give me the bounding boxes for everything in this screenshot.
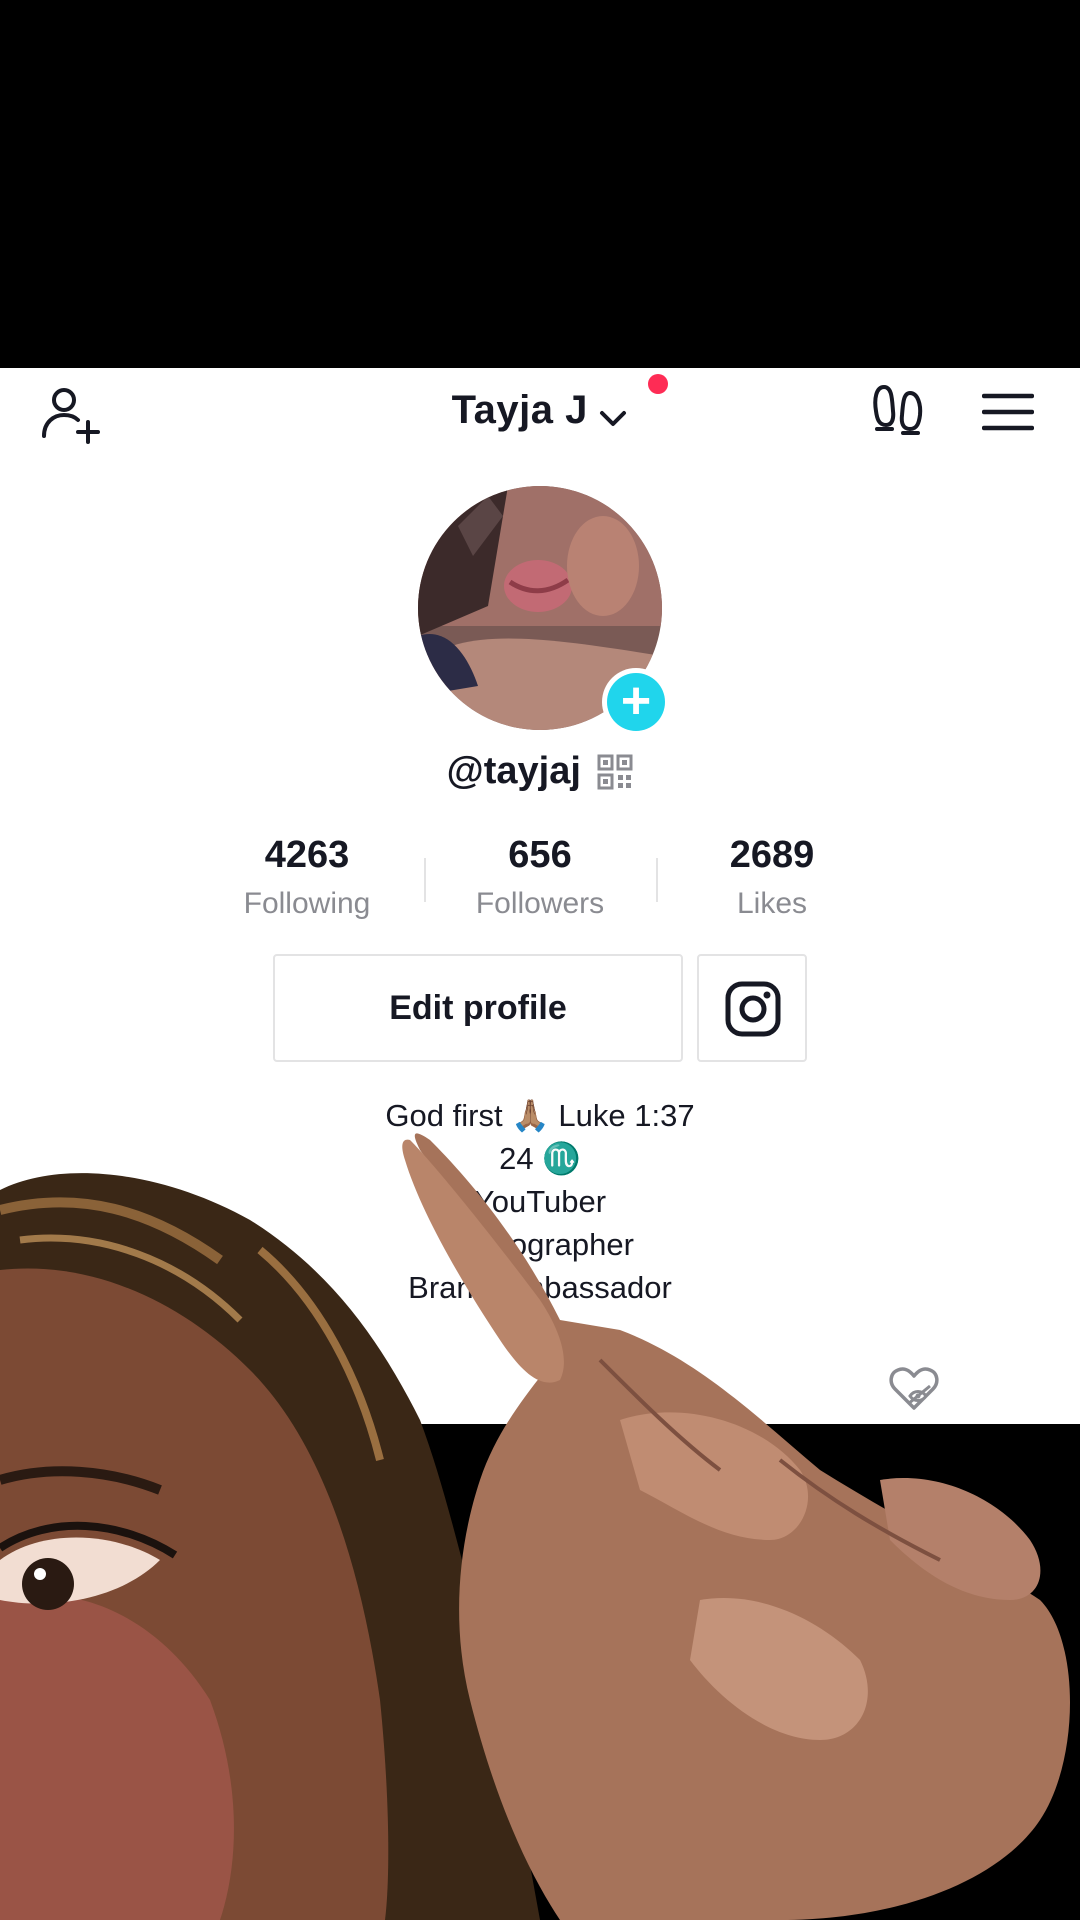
username-handle: @tayjaj xyxy=(446,750,581,792)
stat-divider xyxy=(656,858,658,902)
plus-icon: + xyxy=(607,673,665,731)
bio-line: God first 🙏🏽 Luke 1:37 xyxy=(385,1098,695,1133)
stat-divider xyxy=(424,858,426,902)
stat-label: Following xyxy=(243,887,371,920)
handle-row: @tayjaj xyxy=(0,750,1080,793)
stats-row: 4263 Following 656 Followers 2689 Likes xyxy=(0,830,1080,930)
bio: God first 🙏🏽 Luke 1:37 24 ♏ YouTuber Pho… xyxy=(0,1094,1080,1309)
footprints-icon[interactable] xyxy=(870,383,926,443)
stat-following[interactable]: 4263 Following xyxy=(207,830,407,926)
top-black-bar xyxy=(0,0,1080,368)
notification-dot xyxy=(648,374,668,394)
qr-code-icon[interactable] xyxy=(597,754,633,790)
bio-line: Brand Ambassador xyxy=(408,1270,672,1305)
chevron-down-icon xyxy=(600,410,627,426)
stat-followers[interactable]: 656 Followers xyxy=(440,830,640,926)
profile-header: Tayja J xyxy=(0,368,1080,464)
stat-label: Followers xyxy=(475,887,605,920)
profile-screen: Tayja J + @tayjaj 4263 Following 656 Fol… xyxy=(0,368,1080,1424)
stat-value: 4263 xyxy=(264,834,350,876)
edit-profile-button[interactable]: Edit profile xyxy=(273,954,683,1062)
hamburger-menu-icon[interactable] xyxy=(982,390,1034,434)
stat-value: 656 xyxy=(508,834,572,876)
bio-line: 24 ♏ xyxy=(499,1141,581,1176)
liked-videos-hidden-icon[interactable] xyxy=(888,1364,940,1412)
account-name: Tayja J xyxy=(451,388,588,432)
stat-likes[interactable]: 2689 Likes xyxy=(672,830,872,926)
stat-value: 2689 xyxy=(729,834,815,876)
instagram-button[interactable] xyxy=(697,954,807,1062)
stat-label: Likes xyxy=(736,887,808,920)
bio-line: Photographer xyxy=(446,1227,634,1262)
instagram-icon xyxy=(725,981,781,1037)
add-avatar-button[interactable]: + xyxy=(602,668,670,736)
bio-line: YouTuber xyxy=(473,1184,607,1219)
